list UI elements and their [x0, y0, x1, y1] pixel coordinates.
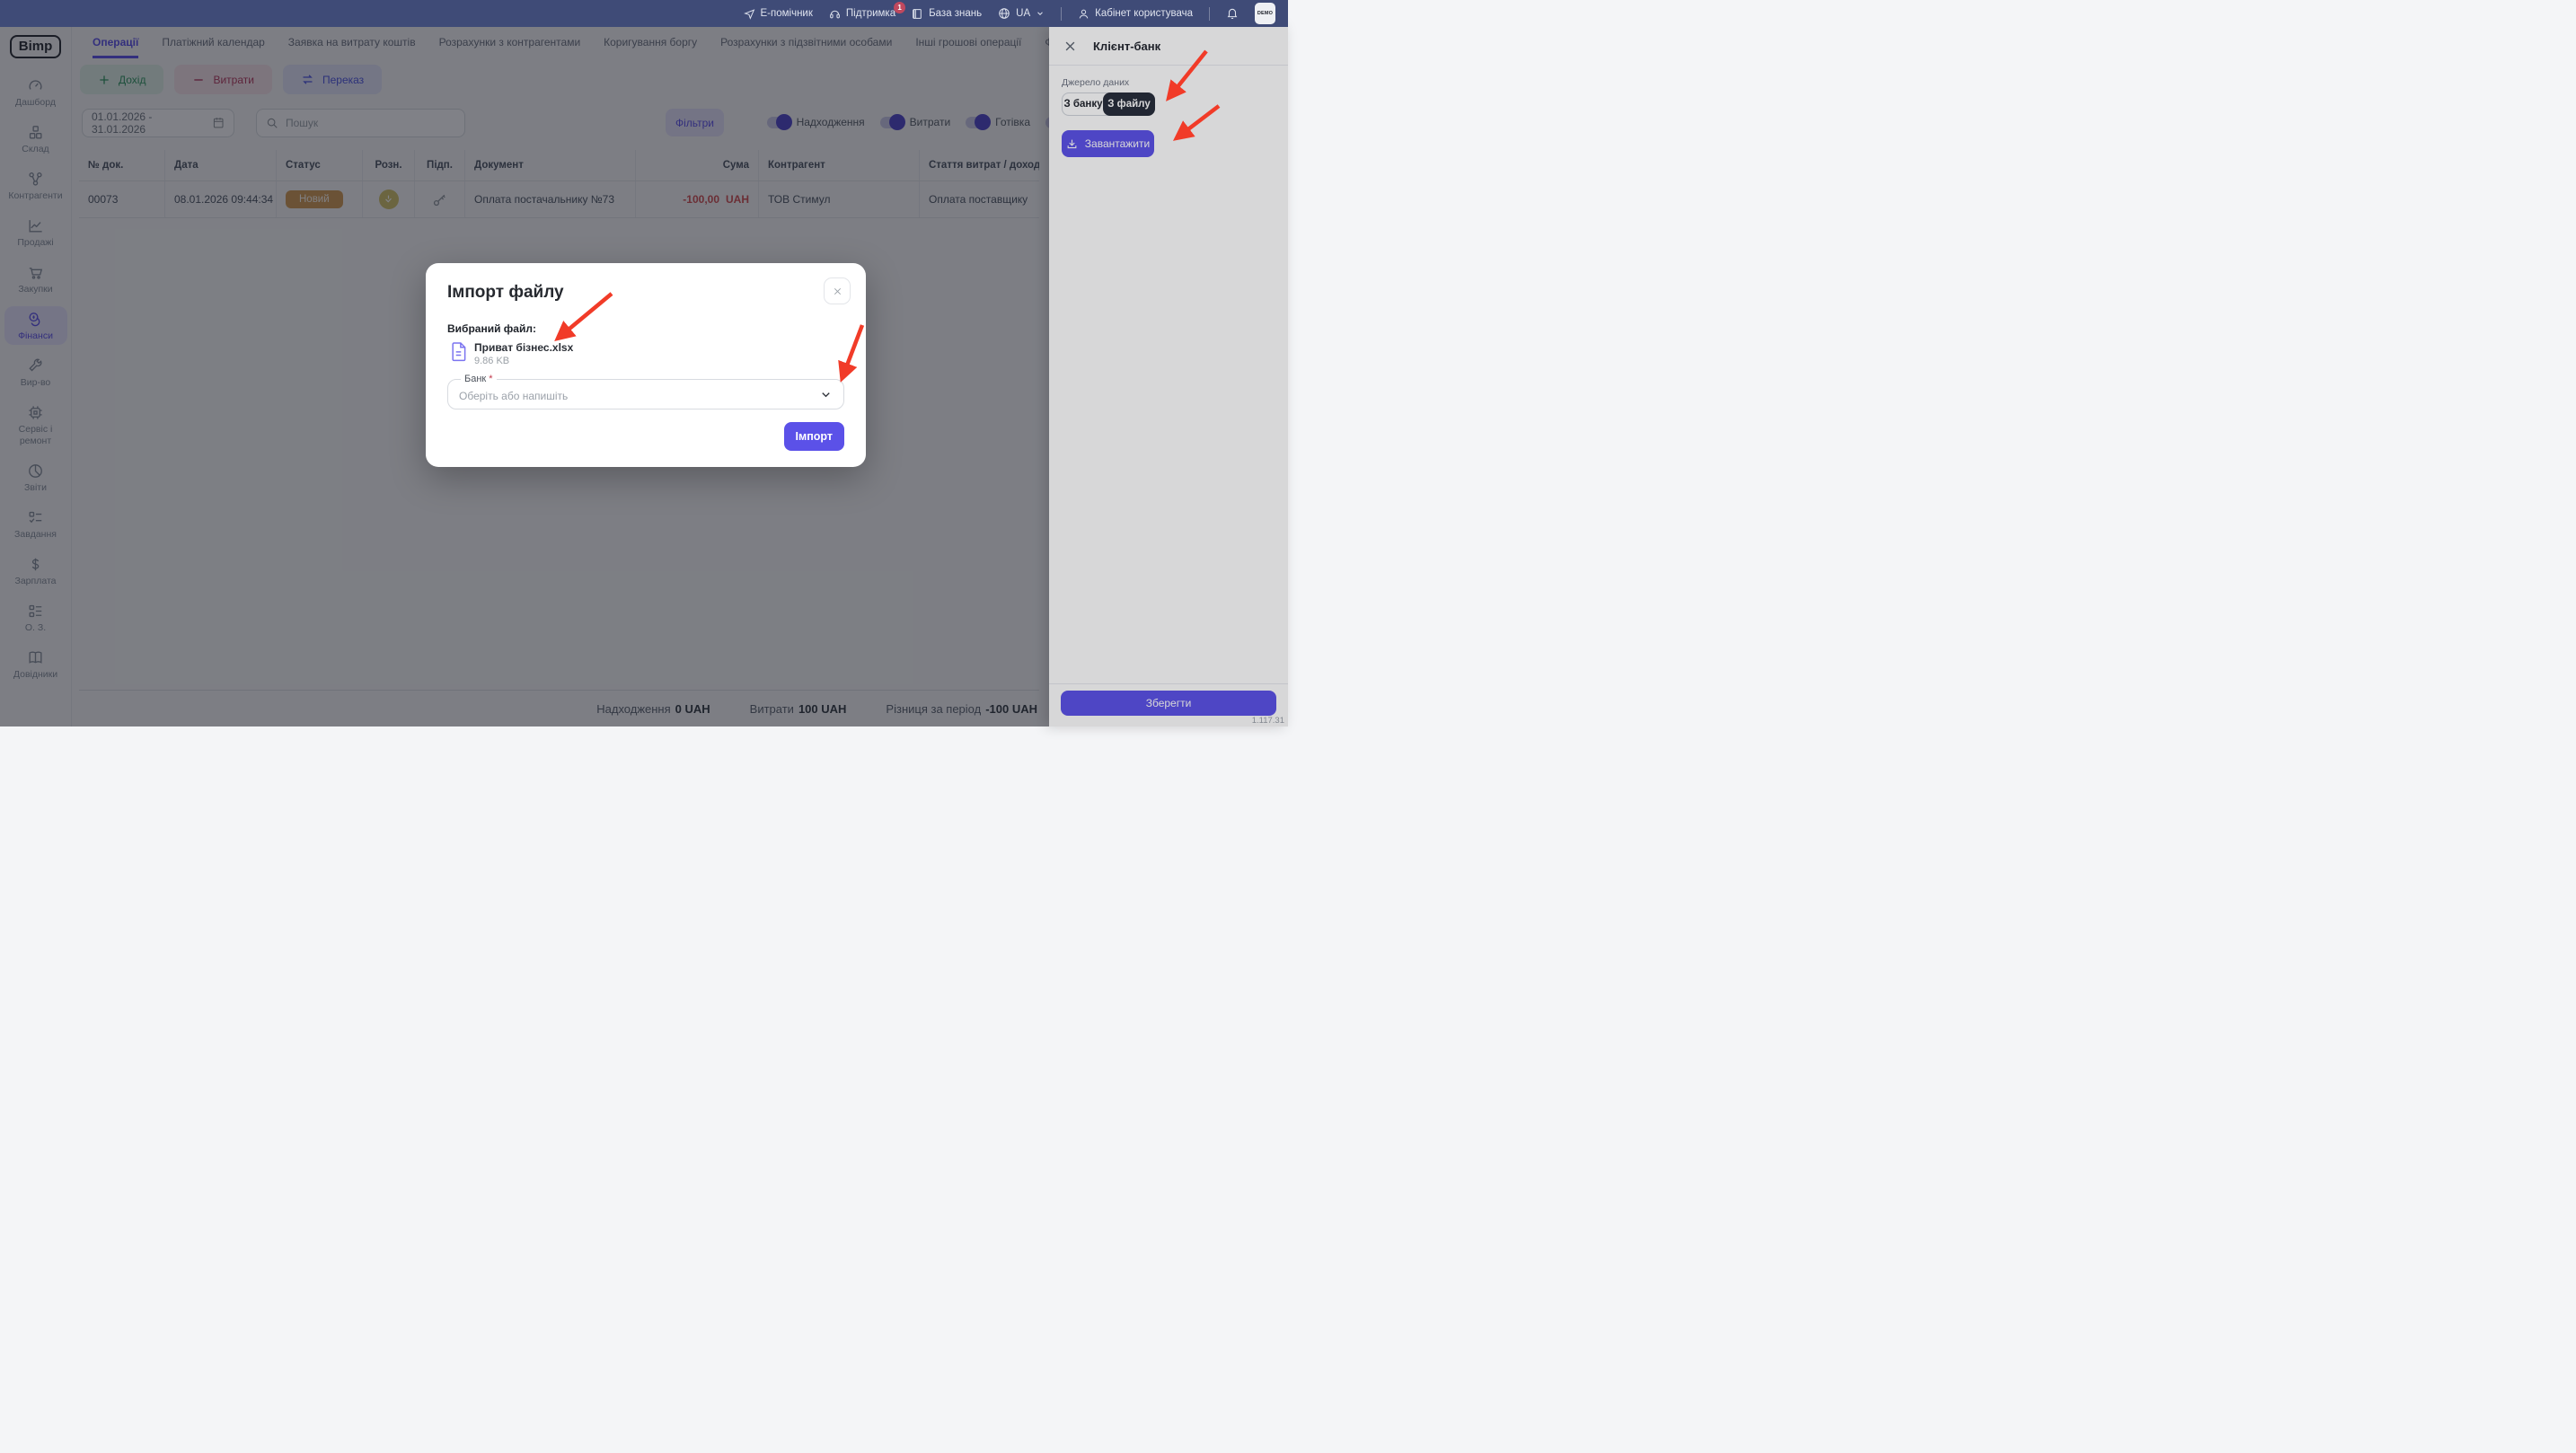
app-version: 1.117.31: [1252, 716, 1284, 726]
demo-account-chip[interactable]: DEMO: [1255, 3, 1275, 24]
data-source-segmented-control: З банку З файлу: [1062, 92, 1155, 116]
close-icon[interactable]: [1063, 40, 1077, 53]
required-asterisk: *: [489, 374, 492, 384]
bank-select-field[interactable]: Банк * Оберіть або напишіть: [447, 374, 844, 409]
bank-field-label: Банк *: [461, 374, 497, 384]
globe-icon: [998, 7, 1010, 20]
panel-header: Клієнт-банк: [1049, 27, 1288, 66]
language-code: UA: [1016, 8, 1030, 19]
import-file-modal: Імпорт файлу Вибраний файл: Приват бізне…: [426, 263, 866, 467]
bell-icon: [1226, 7, 1239, 20]
knowledge-base-menu-item[interactable]: База знань: [912, 8, 982, 20]
topbar: Е-помічник Підтримка 1 База знань UA Каб…: [0, 0, 1288, 27]
client-bank-panel: Клієнт-банк Джерело даних З банку З файл…: [1049, 27, 1288, 726]
modal-title: Імпорт файлу: [447, 283, 844, 303]
topbar-divider: [1061, 7, 1062, 21]
file-meta: Приват бізнес.xlsx 9.86 KB: [474, 341, 573, 366]
nav-arrow-icon: [744, 8, 755, 20]
selected-file-row: Приват бізнес.xlsx 9.86 KB: [447, 341, 844, 366]
segment-from-file[interactable]: З файлу: [1103, 92, 1155, 116]
close-icon: [833, 286, 842, 296]
support-menu-item[interactable]: Підтримка 1: [829, 8, 895, 20]
topbar-divider: [1209, 7, 1210, 21]
chevron-down-icon: [1036, 9, 1045, 18]
selected-file-label: Вибраний файл:: [447, 322, 844, 335]
save-button[interactable]: Зберегти: [1061, 691, 1276, 716]
demo-label: DEMO: [1257, 11, 1273, 16]
file-document-icon: [450, 341, 467, 362]
panel-title: Клієнт-банк: [1093, 40, 1160, 53]
file-name: Приват бізнес.xlsx: [474, 341, 573, 354]
download-icon: [1066, 138, 1078, 150]
data-source-label: Джерело даних: [1062, 77, 1275, 88]
person-icon: [1078, 8, 1090, 20]
import-button[interactable]: Імпорт: [784, 422, 845, 451]
support-notification-badge: 1: [894, 2, 905, 13]
panel-footer: Зберегти 1.117.31: [1049, 683, 1288, 716]
file-size: 9.86 KB: [474, 356, 573, 366]
support-label: Підтримка: [846, 8, 895, 19]
user-cabinet-label: Кабінет користувача: [1095, 8, 1193, 19]
user-cabinet-menu-item[interactable]: Кабінет користувача: [1078, 8, 1193, 20]
language-selector[interactable]: UA: [998, 7, 1045, 20]
chevron-down-icon[interactable]: [819, 388, 833, 401]
headset-icon: [829, 8, 841, 20]
modal-close-button[interactable]: [824, 277, 851, 304]
knowledge-base-label: База знань: [929, 8, 982, 19]
panel-body: Джерело даних З банку З файлу Завантажит…: [1049, 66, 1288, 169]
e-assistant-label: Е-помічник: [761, 8, 813, 19]
notifications-bell-button[interactable]: [1226, 7, 1239, 20]
upload-button[interactable]: Завантажити: [1062, 130, 1154, 157]
bank-select-placeholder: Оберіть або напишіть: [459, 390, 568, 402]
segment-from-bank[interactable]: З банку: [1063, 93, 1104, 115]
book-icon: [912, 8, 923, 20]
e-assistant-menu-item[interactable]: Е-помічник: [744, 8, 813, 20]
